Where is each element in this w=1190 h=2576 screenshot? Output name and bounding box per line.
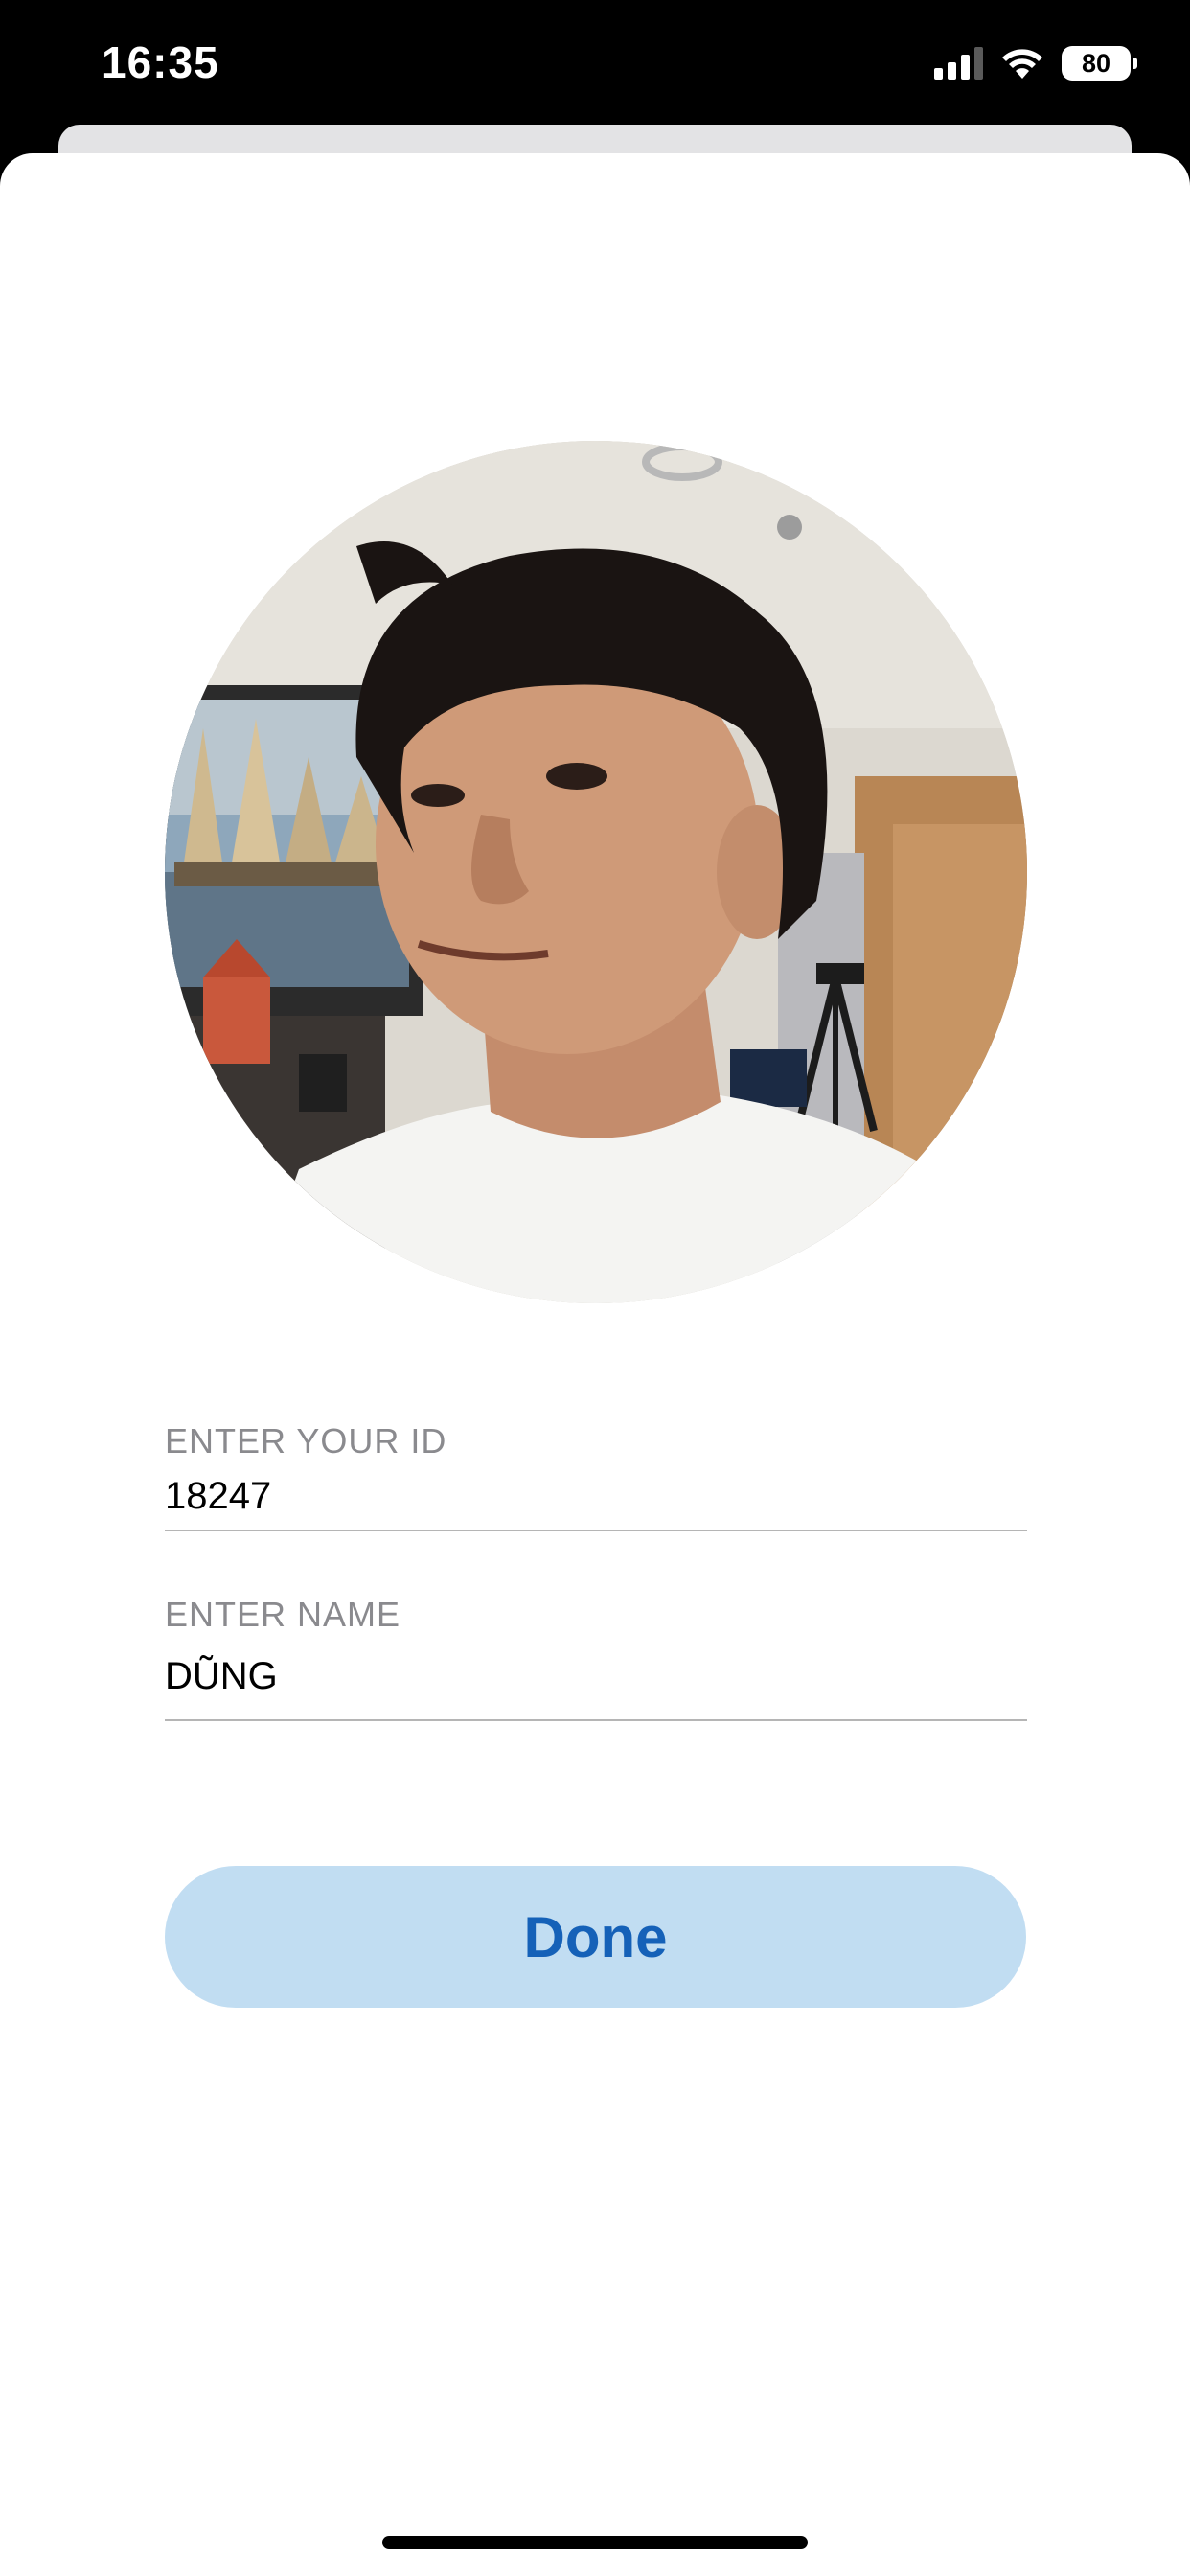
status-time: 16:35 xyxy=(102,37,219,87)
name-field-label: ENTER NAME xyxy=(165,1595,401,1634)
battery-icon: 80 xyxy=(1062,46,1137,80)
id-field-label: ENTER YOUR ID xyxy=(165,1421,447,1460)
id-input[interactable] xyxy=(165,1469,1025,1523)
status-bar: 16:35 80 xyxy=(0,0,1190,129)
name-input[interactable] xyxy=(165,1648,1025,1704)
done-button[interactable]: Done xyxy=(165,1866,1026,2008)
name-field-divider xyxy=(165,1719,1027,1721)
home-indicator[interactable] xyxy=(382,2536,808,2549)
wifi-icon xyxy=(1002,49,1042,79)
id-field-divider xyxy=(165,1530,1027,1531)
profile-photo[interactable] xyxy=(165,441,1027,1303)
status-icons: 80 xyxy=(934,46,1137,80)
cellular-signal-icon xyxy=(934,47,983,80)
